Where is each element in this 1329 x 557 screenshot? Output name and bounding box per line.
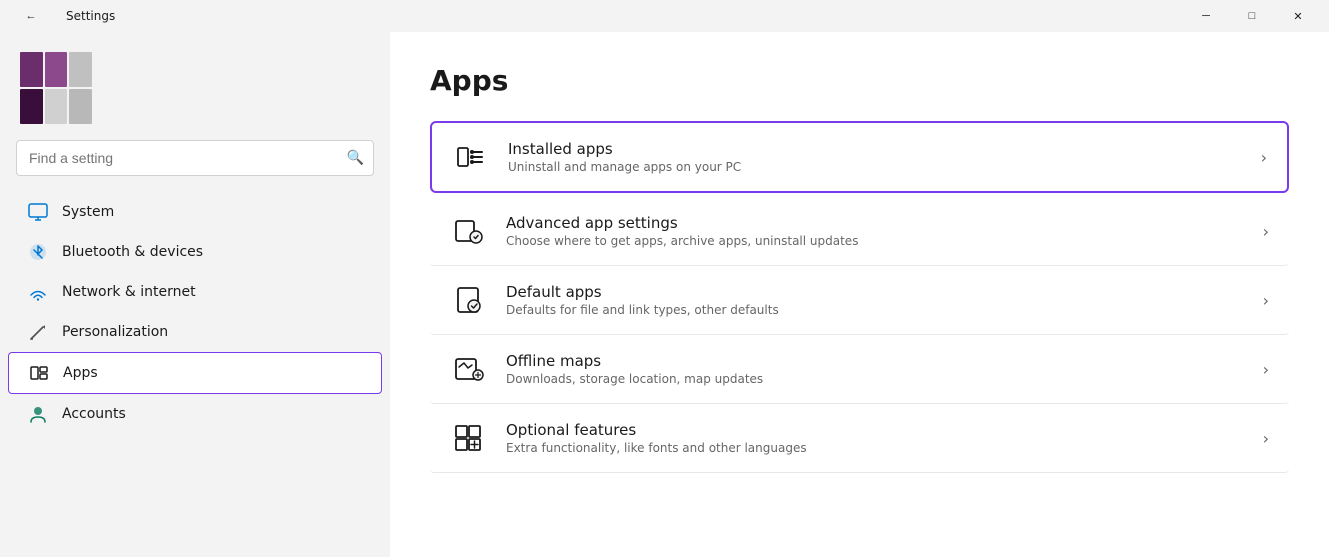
sidebar-item-network[interactable]: Network & internet — [8, 272, 382, 312]
optional-features-desc: Extra functionality, like fonts and othe… — [506, 441, 1243, 455]
installed-apps-text: Installed apps Uninstall and manage apps… — [508, 140, 1241, 174]
search-box: 🔍 — [16, 140, 374, 176]
sidebar-item-bluetooth[interactable]: Bluetooth & devices — [8, 232, 382, 272]
advanced-app-settings-text: Advanced app settings Choose where to ge… — [506, 214, 1243, 248]
advanced-app-settings-desc: Choose where to get apps, archive apps, … — [506, 234, 1243, 248]
default-apps-item[interactable]: Default apps Defaults for file and link … — [430, 266, 1289, 335]
accounts-icon — [28, 404, 48, 424]
advanced-app-settings-item[interactable]: Advanced app settings Choose where to ge… — [430, 197, 1289, 266]
sidebar-item-accounts[interactable]: Accounts — [8, 394, 382, 434]
network-icon — [28, 282, 48, 302]
minimize-button[interactable]: ─ — [1183, 0, 1229, 32]
titlebar-title: Settings — [66, 9, 115, 23]
titlebar: ← Settings ─ □ ✕ — [0, 0, 1329, 32]
bluetooth-icon — [28, 242, 48, 262]
close-button[interactable]: ✕ — [1275, 0, 1321, 32]
avatar — [20, 52, 92, 124]
avatar-cell-2 — [45, 52, 68, 87]
default-apps-text: Default apps Defaults for file and link … — [506, 283, 1243, 317]
page-title: Apps — [430, 64, 1289, 97]
back-button[interactable]: ← — [8, 0, 54, 32]
optional-features-chevron: › — [1263, 429, 1269, 448]
sidebar-item-system[interactable]: System — [8, 192, 382, 232]
optional-features-text: Optional features Extra functionality, l… — [506, 421, 1243, 455]
sidebar-item-personalization-label: Personalization — [62, 324, 168, 340]
search-input[interactable] — [16, 140, 374, 176]
installed-apps-icon — [452, 139, 488, 175]
sidebar-item-network-label: Network & internet — [62, 284, 196, 300]
offline-maps-title: Offline maps — [506, 352, 1243, 370]
optional-features-icon — [450, 420, 486, 456]
personalization-icon — [28, 322, 48, 342]
avatar-area — [0, 32, 390, 140]
installed-apps-chevron: › — [1261, 148, 1267, 167]
offline-maps-item[interactable]: Offline maps Downloads, storage location… — [430, 335, 1289, 404]
system-icon — [28, 202, 48, 222]
sidebar-item-personalization[interactable]: Personalization — [8, 312, 382, 352]
sidebar-item-apps[interactable]: Apps — [8, 352, 382, 394]
offline-maps-text: Offline maps Downloads, storage location… — [506, 352, 1243, 386]
content-area: Apps Installed apps — [390, 32, 1329, 557]
avatar-cell-4 — [20, 89, 43, 124]
offline-maps-desc: Downloads, storage location, map updates — [506, 372, 1243, 386]
avatar-cell-3 — [69, 52, 92, 87]
sidebar-item-system-label: System — [62, 204, 114, 220]
default-apps-desc: Defaults for file and link types, other … — [506, 303, 1243, 317]
sidebar-item-bluetooth-label: Bluetooth & devices — [62, 244, 203, 260]
advanced-app-settings-icon — [450, 213, 486, 249]
titlebar-controls: ─ □ ✕ — [1183, 0, 1321, 32]
default-apps-title: Default apps — [506, 283, 1243, 301]
maximize-button[interactable]: □ — [1229, 0, 1275, 32]
apps-icon — [29, 363, 49, 383]
installed-apps-title: Installed apps — [508, 140, 1241, 158]
default-apps-chevron: › — [1263, 291, 1269, 310]
optional-features-item[interactable]: Optional features Extra functionality, l… — [430, 404, 1289, 473]
offline-maps-icon — [450, 351, 486, 387]
settings-list: Installed apps Uninstall and manage apps… — [430, 121, 1289, 473]
offline-maps-chevron: › — [1263, 360, 1269, 379]
sidebar: 🔍 System Bluetooth & devices — [0, 32, 390, 557]
avatar-cell-1 — [20, 52, 43, 87]
sidebar-item-apps-label: Apps — [63, 365, 98, 381]
advanced-app-settings-title: Advanced app settings — [506, 214, 1243, 232]
main-layout: 🔍 System Bluetooth & devices — [0, 32, 1329, 557]
avatar-cell-5 — [45, 89, 68, 124]
advanced-app-settings-chevron: › — [1263, 222, 1269, 241]
avatar-cell-6 — [69, 89, 92, 124]
default-apps-icon — [450, 282, 486, 318]
sidebar-item-accounts-label: Accounts — [62, 406, 126, 422]
titlebar-left: ← Settings — [8, 0, 115, 32]
installed-apps-desc: Uninstall and manage apps on your PC — [508, 160, 1241, 174]
optional-features-title: Optional features — [506, 421, 1243, 439]
installed-apps-item[interactable]: Installed apps Uninstall and manage apps… — [430, 121, 1289, 193]
